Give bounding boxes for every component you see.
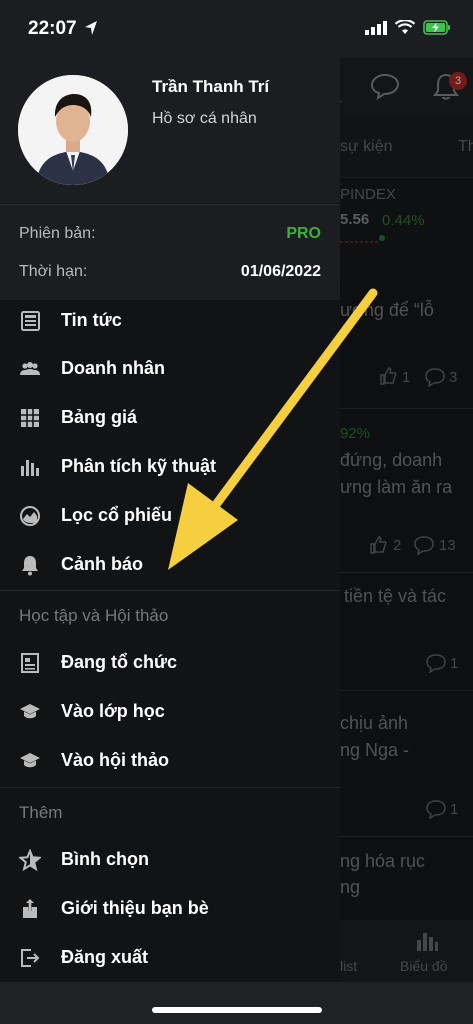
menu-label: Đang tổ chức [61,652,178,672]
avatar[interactable] [18,75,128,185]
version-label: Phiên bản: [19,225,96,242]
menu-label: Phân tích kỹ thuật [61,456,217,476]
home-bar-area [0,982,473,1024]
section-title-learning: Học tập và Hội thảo [19,606,169,625]
menu-item-price-board[interactable]: Bảng giá [0,394,340,443]
drawer-overlay[interactable] [340,58,473,1024]
battery-charging-icon [423,20,450,35]
subscription-info: Phiên bản: PRO Thời hạn: 01/06/2022 [0,204,340,300]
bell-icon [22,556,38,576]
menu-item-news[interactable]: Tin tức [0,297,340,346]
bar-chart-icon [21,460,39,476]
menu-label: Vào lớp học [61,701,165,721]
document-icon [21,653,39,673]
location-arrow-icon [85,21,97,35]
menu-label: Vào hội thảo [61,750,169,770]
home-indicator[interactable] [152,1007,322,1013]
menu-item-join-class[interactable]: Vào lớp học [0,688,340,737]
logout-icon [21,949,40,967]
star-icon [19,849,41,871]
menu-item-technical-analysis[interactable]: Phân tích kỹ thuật [0,443,340,492]
section-title-more: Thêm [19,803,63,822]
wifi-icon [395,20,415,34]
side-drawer: Trần Thanh Trí Hồ sơ cá nhân Phiên bản: … [0,58,340,982]
menu-item-ongoing-events[interactable]: Đang tổ chức [0,639,340,688]
status-bar: 22:07 [0,0,473,58]
menu-item-alerts[interactable]: Cảnh báo [0,541,340,590]
news-icon [21,311,40,331]
menu-label: Doanh nhân [61,358,165,378]
status-time: 22:07 [28,18,77,39]
menu-item-entrepreneurs[interactable]: Doanh nhân [0,345,340,394]
profile-link[interactable]: Hồ sơ cá nhân [152,110,257,128]
people-icon [20,362,40,375]
menu-item-logout[interactable]: Đăng xuất [0,934,340,983]
menu-item-stock-filter[interactable]: Lọc cổ phiếu [0,492,340,541]
graduation-cap-icon [20,704,40,719]
expiry-value: 01/06/2022 [240,263,321,280]
filter-chart-icon [20,506,40,526]
menu-label: Đăng xuất [61,947,149,967]
expiry-label: Thời hạn: [19,263,88,280]
user-name: Trần Thanh Trí [152,77,270,96]
menu-label: Giới thiệu bạn bè [61,898,209,918]
grid-icon [21,409,39,427]
menu-label: Lọc cổ phiếu [61,505,173,525]
version-badge: PRO [286,225,321,242]
section-divider [0,590,340,591]
section-divider [0,787,340,788]
profile-header[interactable]: Trần Thanh Trí Hồ sơ cá nhân [0,58,340,203]
cellular-signal-icon [365,20,387,35]
menu-item-join-seminar[interactable]: Vào hội thảo [0,737,340,786]
share-icon [23,899,37,918]
menu-label: Bảng giá [61,407,138,427]
graduation-cap-icon [20,753,40,768]
menu-item-refer-friends[interactable]: Giới thiệu bạn bè [0,885,340,934]
menu-label: Cảnh báo [61,554,144,574]
menu-item-vote[interactable]: Bình chọn [0,836,340,885]
menu-label: Tin tức [61,310,122,330]
menu-label: Bình chọn [61,849,149,869]
